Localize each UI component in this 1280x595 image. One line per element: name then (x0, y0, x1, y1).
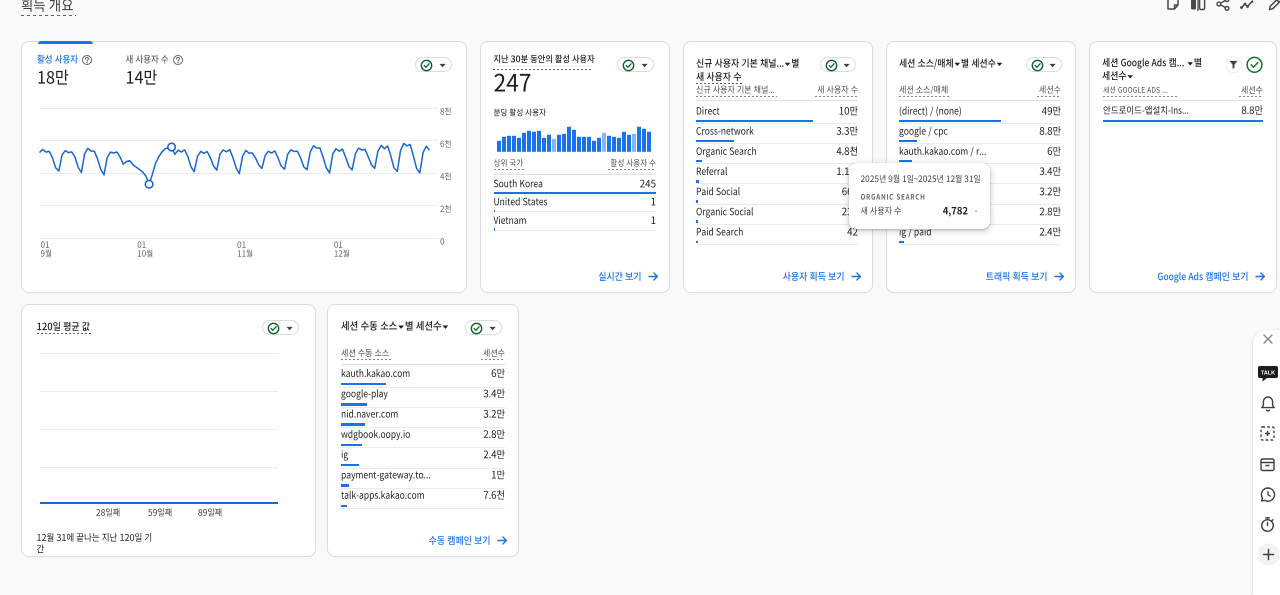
svg-text:TALK: TALK (1261, 371, 1275, 377)
